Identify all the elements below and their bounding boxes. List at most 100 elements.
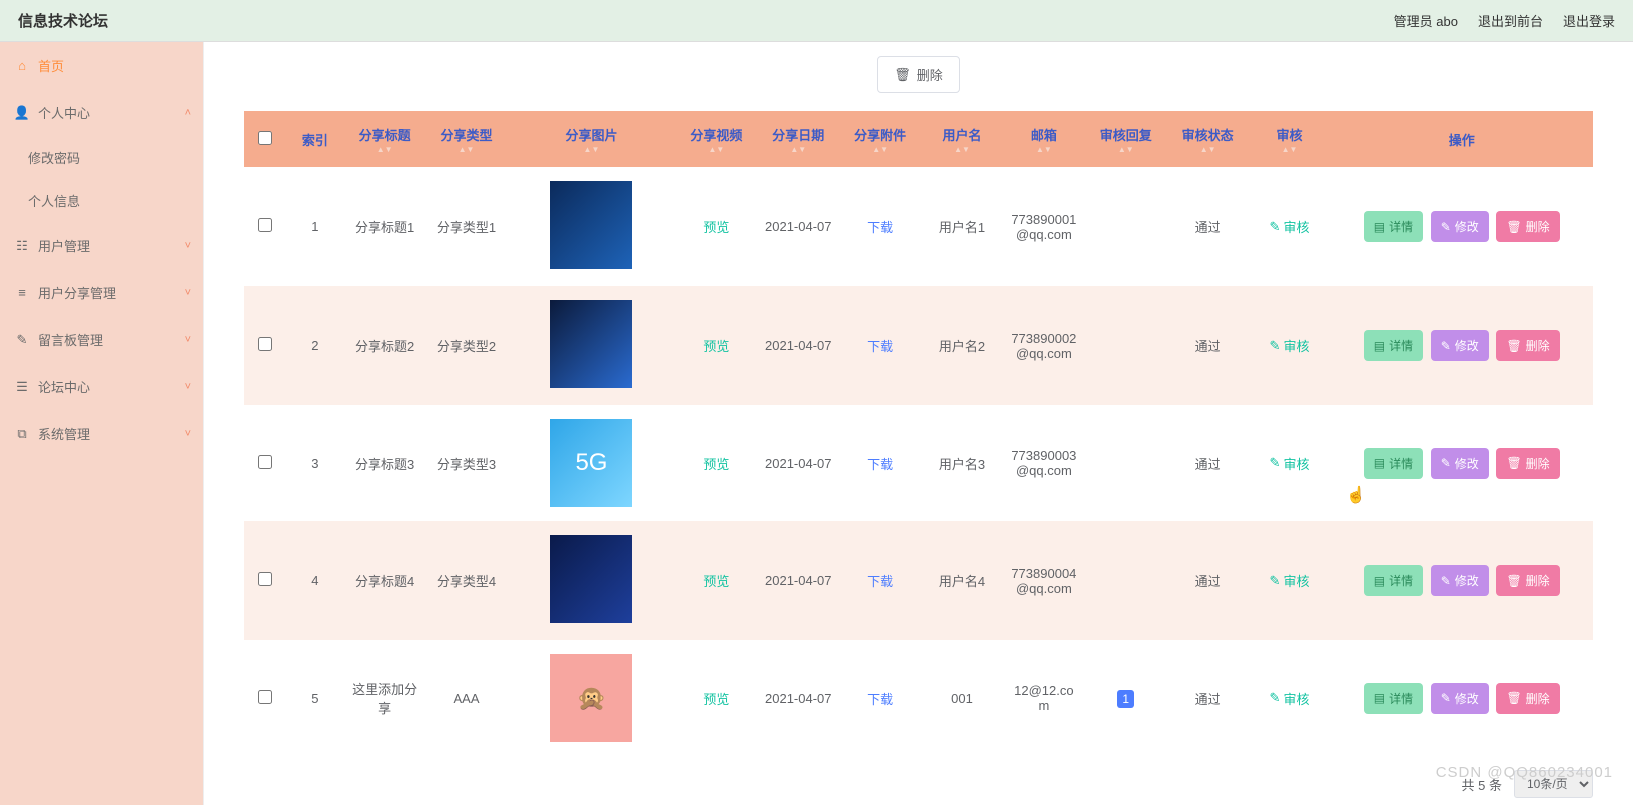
nav-user-mgmt[interactable]: ☷ 用户管理 ˅ <box>0 222 203 269</box>
logout-link[interactable]: 退出登录 <box>1563 11 1615 30</box>
row-checkbox[interactable] <box>258 690 272 704</box>
thumbnail-image[interactable] <box>550 535 632 623</box>
download-link[interactable]: 下载 <box>867 339 893 354</box>
audit-link[interactable]: ✎审核 <box>1270 217 1310 236</box>
detail-button[interactable]: ▤详情 <box>1364 211 1423 242</box>
download-link[interactable]: 下载 <box>867 574 893 589</box>
nav-system[interactable]: ⧉ 系统管理 ˅ <box>0 410 203 457</box>
cell-date: 2021-04-07 <box>757 405 839 521</box>
col-video[interactable]: 分享视频▲▼ <box>675 111 757 167</box>
modify-button[interactable]: ✎修改 <box>1431 448 1489 479</box>
cell-date: 2021-04-07 <box>757 521 839 640</box>
audit-link[interactable]: ✎审核 <box>1270 336 1310 355</box>
preview-link[interactable]: 预览 <box>703 574 729 589</box>
row-checkbox[interactable] <box>258 337 272 351</box>
modify-button[interactable]: ✎修改 <box>1431 565 1489 596</box>
col-index[interactable]: 索引 <box>286 111 344 167</box>
preview-link[interactable]: 预览 <box>703 692 729 707</box>
audit-link[interactable]: ✎审核 <box>1270 689 1310 708</box>
cell-date: 2021-04-07 <box>757 167 839 286</box>
thumbnail-image[interactable]: 🙊 <box>550 654 632 742</box>
document-icon: ▤ <box>1374 456 1385 470</box>
edit-icon: ✎ <box>1270 219 1281 235</box>
nav-personal-info[interactable]: 个人信息 <box>0 179 203 222</box>
row-checkbox[interactable] <box>258 455 272 469</box>
preview-link[interactable]: 预览 <box>703 457 729 472</box>
col-status[interactable]: 审核状态▲▼ <box>1167 111 1249 167</box>
audit-link[interactable]: ✎审核 <box>1270 571 1310 590</box>
thumbnail-image[interactable] <box>550 300 632 388</box>
cell-mail: 773890002@qq.com <box>1003 286 1085 405</box>
delete-button[interactable]: 🗑删除 <box>1496 565 1559 596</box>
download-link[interactable]: 下载 <box>867 457 893 472</box>
cell-user: 用户名2 <box>921 286 1003 405</box>
nav-home[interactable]: ⌂ 首页 <box>0 42 203 89</box>
detail-button[interactable]: ▤详情 <box>1364 330 1423 361</box>
detail-button[interactable]: ▤详情 <box>1364 683 1423 714</box>
delete-button[interactable]: 🗑删除 <box>1496 211 1559 242</box>
nav-msgboard[interactable]: ✎ 留言板管理 ˅ <box>0 316 203 363</box>
row-checkbox[interactable] <box>258 218 272 232</box>
cell-reply <box>1085 521 1167 640</box>
cell-index: 1 <box>286 167 344 286</box>
col-date[interactable]: 分享日期▲▼ <box>757 111 839 167</box>
trash-icon: 🗑 <box>1506 691 1521 705</box>
col-file[interactable]: 分享附件▲▼ <box>839 111 921 167</box>
detail-button[interactable]: ▤详情 <box>1364 448 1423 479</box>
bulk-delete-button[interactable]: 🗑 删除 <box>877 56 960 93</box>
download-link[interactable]: 下载 <box>867 692 893 707</box>
topbar-right: 管理员 abo 退出到前台 退出登录 <box>1394 11 1615 30</box>
table-row: 2 分享标题2 分享类型2 预览 2021-04-07 下载 用户名2 7738… <box>244 286 1593 405</box>
sort-icon: ▲▼ <box>763 147 833 153</box>
chevron-down-icon: ˅ <box>185 428 191 440</box>
modify-button[interactable]: ✎修改 <box>1431 683 1489 714</box>
delete-button[interactable]: 🗑删除 <box>1496 448 1559 479</box>
table-header-row: 索引 分享标题▲▼ 分享类型▲▼ 分享图片▲▼ 分享视频▲▼ 分享日期▲▼ 分享… <box>244 111 1593 167</box>
modify-button[interactable]: ✎修改 <box>1431 211 1489 242</box>
modify-button[interactable]: ✎修改 <box>1431 330 1489 361</box>
sort-icon: ▲▼ <box>1255 147 1325 153</box>
thumbnail-image[interactable]: 5G <box>550 419 632 507</box>
detail-button[interactable]: ▤详情 <box>1364 565 1423 596</box>
audit-link[interactable]: ✎审核 <box>1270 454 1310 473</box>
home-icon: ⌂ <box>14 58 30 74</box>
nav-change-password[interactable]: 修改密码 <box>0 136 203 179</box>
delete-button[interactable]: 🗑删除 <box>1496 330 1559 361</box>
cell-ops: ▤详情 ✎修改 🗑删除 <box>1330 167 1593 286</box>
nav-share-mgmt[interactable]: ≡ 用户分享管理 ˅ <box>0 269 203 316</box>
sort-icon: ▲▼ <box>1009 147 1079 153</box>
col-image[interactable]: 分享图片▲▼ <box>507 111 675 167</box>
row-checkbox[interactable] <box>258 572 272 586</box>
page-size-select[interactable]: 10条/页 <box>1514 770 1593 798</box>
edit-icon: ✎ <box>1441 220 1451 234</box>
cell-mail: 12@12.com <box>1003 640 1085 756</box>
edit-icon: ✎ <box>1270 338 1281 354</box>
sort-icon: ▲▼ <box>432 147 502 153</box>
col-reply[interactable]: 审核回复▲▼ <box>1085 111 1167 167</box>
edit-icon: ✎ <box>1441 691 1451 705</box>
cell-image <box>507 521 675 640</box>
col-user[interactable]: 用户名▲▼ <box>921 111 1003 167</box>
trash-icon: 🗑 <box>1506 339 1521 353</box>
preview-link[interactable]: 预览 <box>703 339 729 354</box>
system-icon: ⧉ <box>14 426 30 442</box>
delete-button[interactable]: 🗑删除 <box>1496 683 1559 714</box>
thumbnail-image[interactable] <box>550 181 632 269</box>
select-all-checkbox[interactable] <box>258 131 272 145</box>
col-title[interactable]: 分享标题▲▼ <box>344 111 426 167</box>
col-type[interactable]: 分享类型▲▼ <box>426 111 508 167</box>
col-mail[interactable]: 邮箱▲▼ <box>1003 111 1085 167</box>
admin-label[interactable]: 管理员 abo <box>1394 11 1458 30</box>
cell-date: 2021-04-07 <box>757 286 839 405</box>
trash-icon: 🗑 <box>1506 574 1521 588</box>
users-icon: ☷ <box>14 238 30 254</box>
back-front-link[interactable]: 退出到前台 <box>1478 11 1543 30</box>
preview-link[interactable]: 预览 <box>703 220 729 235</box>
download-link[interactable]: 下载 <box>867 220 893 235</box>
nav-forum[interactable]: ☰ 论坛中心 ˅ <box>0 363 203 410</box>
chevron-down-icon: ˅ <box>185 334 191 346</box>
nav-personal[interactable]: 👤 个人中心 ˄ <box>0 89 203 136</box>
col-audit[interactable]: 审核▲▼ <box>1249 111 1331 167</box>
cell-index: 3 <box>286 405 344 521</box>
edit-icon: ✎ <box>1270 690 1281 706</box>
